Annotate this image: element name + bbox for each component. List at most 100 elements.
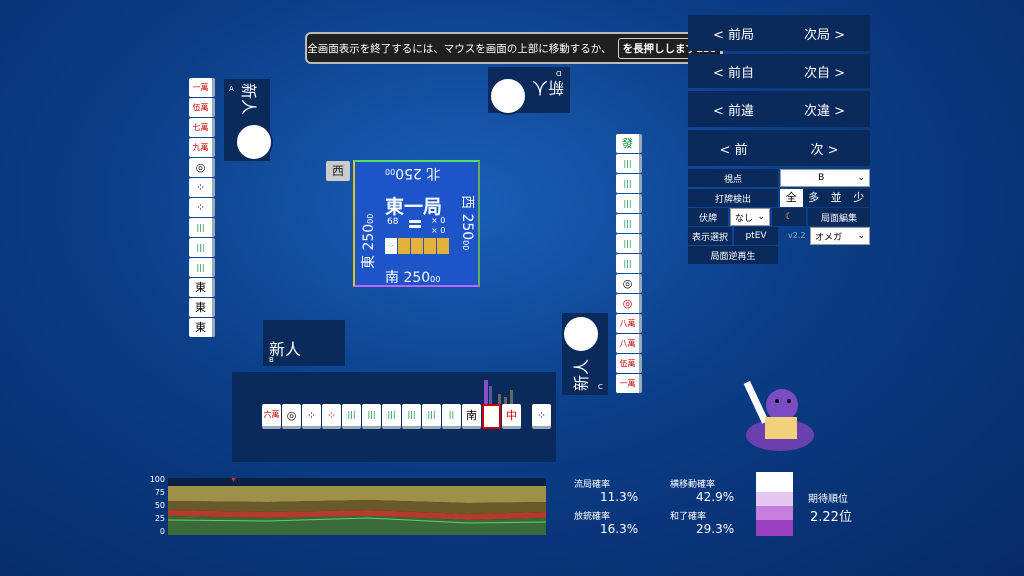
hand-tile[interactable]: || xyxy=(442,404,461,429)
river-tile: ⁘ xyxy=(189,198,215,217)
east-player-panel: 新人 C xyxy=(562,313,608,395)
river-tile: ◎ xyxy=(189,158,215,177)
y-tick: 75 xyxy=(154,488,165,497)
edit-position-button[interactable]: 局面編集 xyxy=(808,208,870,226)
river-tile: 九萬 xyxy=(189,138,215,157)
yokoido-label: 横移動確率 xyxy=(670,480,716,490)
prev-round-button[interactable]: < 前局 xyxy=(713,24,754,43)
nav-round-row: < 前局 次局 > xyxy=(688,15,870,51)
hand-tile[interactable]: ||| xyxy=(342,404,361,429)
detect-many-option[interactable]: 多 xyxy=(802,189,825,207)
next-self-button[interactable]: 次自 > xyxy=(804,62,845,81)
west-score-value: 西 250 xyxy=(459,195,475,241)
viewpoint-value: B xyxy=(818,173,825,183)
prev-button[interactable]: < 前 xyxy=(719,139,747,158)
round-title: 東一局 xyxy=(385,196,443,218)
discard-eval-bars xyxy=(484,378,518,404)
river-tile: ◎ xyxy=(616,294,642,313)
river-tile: ||| xyxy=(189,218,215,237)
reverse-replay-button[interactable]: 局面逆再生 xyxy=(688,246,778,264)
display-select-button[interactable]: 表示選択 xyxy=(688,227,732,245)
toast-text: 全画面表示を終了するには、マウスを画面の上部に移動するか、 xyxy=(307,42,612,55)
nav-self-row: < 前自 次自 > xyxy=(688,54,870,88)
hand-tile[interactable]: 中 xyxy=(502,404,521,429)
moon-toggle-icon[interactable]: ☾ xyxy=(772,208,806,226)
west-player-name: 新人 xyxy=(239,83,258,116)
honba-count: × 0 xyxy=(431,216,446,225)
east-score-sub: 00 xyxy=(366,213,375,224)
round-info-box: 北 25000 東一局 東 25000 西 25000 68 × 0 × 0 ⁘… xyxy=(353,160,480,287)
detect-few-option[interactable]: 少 xyxy=(847,189,870,207)
hand-tile[interactable]: ||| xyxy=(382,404,401,429)
dealer-marker: 西 xyxy=(326,161,350,181)
west-seat-label: A xyxy=(229,85,234,93)
hand-tile[interactable]: ⁘ xyxy=(302,404,321,429)
prev-self-button[interactable]: < 前自 xyxy=(713,62,754,81)
hidden-tiles-label: 伏牌 xyxy=(688,208,728,226)
detect-all-option[interactable]: 全 xyxy=(780,189,803,207)
north-player-panel: 新人 D xyxy=(488,67,570,115)
south-score-sub: 00 xyxy=(430,275,441,284)
remaining-count: 68 xyxy=(387,217,399,227)
hand-tile[interactable]: ◎ xyxy=(282,404,301,429)
hora-label: 和了確率 xyxy=(670,512,707,522)
hidden-tiles-select[interactable]: なし ⌄ xyxy=(730,208,770,226)
north-score-sub: 00 xyxy=(385,167,396,176)
viewpoint-label: 視点 xyxy=(688,169,778,187)
chevron-down-icon: ⌄ xyxy=(857,173,865,183)
hand-tile-selected[interactable] xyxy=(482,404,501,429)
next-button[interactable]: 次 > xyxy=(810,139,838,158)
river-tile: 一萬 xyxy=(189,78,215,97)
ryukyoku-value: 11.3% xyxy=(600,490,639,504)
hand-panel: 六萬 ◎ ⁘ ⁘ ||| ||| ||| ||| ||| || 南 中 ⁘ xyxy=(232,372,556,462)
hand-tile[interactable]: ||| xyxy=(362,404,381,429)
next-round-button[interactable]: 次局 > xyxy=(804,24,845,43)
mascot-snake xyxy=(743,380,814,451)
viewpoint-select[interactable]: B ⌄ xyxy=(780,169,870,187)
east-score: 東 25000 xyxy=(358,199,378,269)
river-tile: 伍萬 xyxy=(189,98,215,117)
detect-mid-option[interactable]: 並 xyxy=(825,189,848,207)
hand-tile[interactable]: ||| xyxy=(422,404,441,429)
east-seat-label: C xyxy=(598,383,603,391)
river-tile: ||| xyxy=(616,194,642,213)
river-tile: ||| xyxy=(616,254,642,273)
nav-step-row: < 前 次 > xyxy=(688,130,870,166)
drawn-tile[interactable]: ⁘ xyxy=(532,404,551,429)
hidden-tiles-value: なし xyxy=(735,213,754,224)
west-score: 西 25000 xyxy=(458,195,478,265)
east-river: 發 ||| ||| ||| ||| ||| ||| ◎ ◎ 八萬 八萬 伍萬 一… xyxy=(616,134,642,396)
river-tile: 八萬 xyxy=(616,314,642,333)
ptev-button[interactable]: ptEV xyxy=(734,227,778,245)
dora-indicator: ⁘ xyxy=(385,238,449,254)
west-river: 一萬 伍萬 七萬 九萬 ◎ ⁘ ⁘ ||| ||| ||| 東 東 東 xyxy=(189,78,215,340)
yokoido-value: 42.9% xyxy=(696,490,735,504)
river-tile: ||| xyxy=(189,238,215,257)
discard-detect-label: 打牌検出 xyxy=(688,189,778,207)
hand-tile[interactable]: ||| xyxy=(402,404,421,429)
rank-distribution-bars xyxy=(756,472,793,536)
prev-mistake-button[interactable]: < 前違 xyxy=(713,100,754,119)
riichi-count: × 0 xyxy=(431,226,446,235)
engine-value: オメガ xyxy=(815,232,843,243)
east-avatar xyxy=(562,315,600,353)
hora-value: 29.3% xyxy=(696,522,735,536)
river-tile: ◎ xyxy=(616,274,642,293)
river-tile: 東 xyxy=(189,298,215,317)
hand-tile[interactable]: 六萬 xyxy=(262,404,281,429)
houju-value: 16.3% xyxy=(600,522,639,536)
nav-mistake-row: < 前違 次違 > xyxy=(688,91,870,127)
hand-tile[interactable]: ⁘ xyxy=(322,404,341,429)
expected-rank-value: 2.22位 xyxy=(810,510,852,525)
hand-tile[interactable]: 南 xyxy=(462,404,481,429)
east-score-value: 東 250 xyxy=(361,223,377,269)
next-mistake-button[interactable]: 次違 > xyxy=(804,100,845,119)
river-tile: ||| xyxy=(616,234,642,253)
river-tile: 發 xyxy=(616,134,642,153)
engine-select[interactable]: オメガ ⌄ xyxy=(810,227,870,245)
probability-graph xyxy=(168,478,546,535)
east-player-name: 新人 xyxy=(572,358,591,391)
west-player-panel: 新人 A xyxy=(224,79,273,161)
y-tick: 0 xyxy=(159,527,165,536)
river-tile: 八萬 xyxy=(616,334,642,353)
